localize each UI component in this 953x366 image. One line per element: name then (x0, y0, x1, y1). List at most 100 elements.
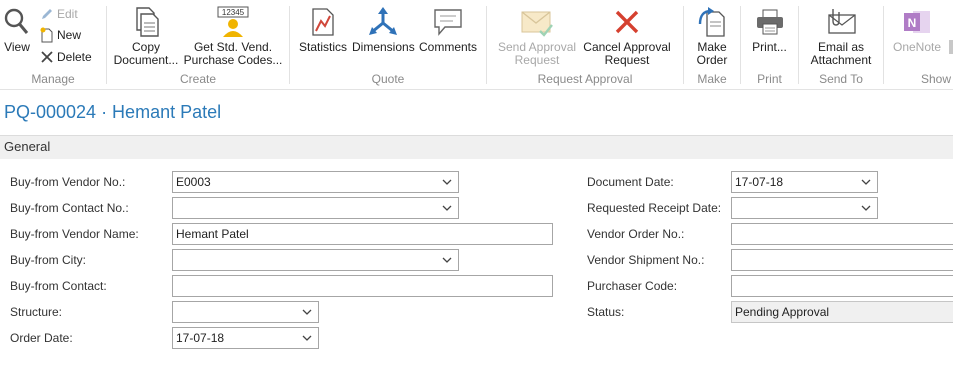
email-attachment-icon (805, 6, 877, 38)
printer-icon (747, 6, 792, 38)
vendor-name-label: Buy-from Vendor Name: (10, 227, 139, 241)
send-to-group-label: Send To (819, 72, 863, 86)
vendor-codes-icon: 12345 (183, 6, 283, 38)
vendor-no-value: E0003 (176, 175, 211, 189)
status-value: Pending Approval (735, 305, 830, 319)
print-group-label: Print (757, 72, 782, 86)
order-date-picker[interactable]: 17-07-18 (172, 327, 319, 349)
show-group-label: Show (920, 72, 951, 86)
make-order-label: Make Order (696, 40, 728, 67)
print-button[interactable]: Print... (747, 6, 792, 54)
vendor-name-field[interactable]: Hemant Patel (172, 223, 553, 245)
view-button[interactable]: View (2, 6, 32, 54)
cancel-approval-label: Cancel Approval Request (583, 40, 671, 67)
vendor-order-no-label: Vendor Order No.: (587, 227, 685, 241)
make-order-icon (690, 6, 734, 38)
send-approval-label: Send Approval Request (497, 40, 577, 67)
delete-button[interactable]: Delete (40, 48, 92, 66)
new-label: New (57, 28, 82, 42)
new-document-icon (40, 27, 53, 43)
onenote-label: OneNote (892, 40, 942, 54)
onenote-icon: N (890, 6, 944, 38)
chevron-down-icon (302, 309, 312, 315)
document-date-label: Document Date: (587, 175, 674, 189)
make-group-label: Make (697, 72, 727, 86)
contact-no-dropdown[interactable] (172, 197, 459, 219)
chevron-down-icon (442, 205, 452, 211)
vendor-no-dropdown[interactable]: E0003 (172, 171, 459, 193)
svg-text:N: N (908, 16, 917, 30)
email-attachment-label: Email as Attachment (810, 40, 872, 67)
chevron-down-icon (861, 179, 871, 185)
chevron-down-icon (302, 335, 312, 341)
purchaser-code-field[interactable] (731, 275, 953, 297)
general-section-header[interactable]: General (0, 135, 953, 159)
cancel-approval-request-button[interactable]: Cancel Approval Request (581, 6, 673, 67)
action-ribbon: View Edit New Delete Manage Copy Documen… (0, 0, 953, 90)
send-to-group: Email as Attachment Send To (799, 0, 883, 90)
edit-button[interactable]: Edit (40, 5, 78, 23)
print-group: Print... Print (741, 0, 798, 90)
edit-label: Edit (57, 7, 78, 21)
envelope-check-icon (493, 6, 581, 38)
chevron-down-icon (442, 179, 452, 185)
dimensions-icon (352, 6, 414, 38)
pencil-icon (42, 9, 52, 19)
vendor-order-no-field[interactable] (731, 223, 953, 245)
show-group: N OneNote Show (884, 0, 953, 90)
copy-document-label: Copy Document... (113, 40, 179, 67)
buy-from-contact-field[interactable] (172, 275, 553, 297)
get-std-vendor-codes-button[interactable]: 12345 Get Std. Vend. Purchase Codes... (183, 6, 283, 67)
make-group: Make Order Make (684, 0, 740, 90)
structure-dropdown[interactable] (172, 301, 319, 323)
vendor-shipment-no-field[interactable] (731, 249, 953, 271)
svg-text:12345: 12345 (222, 8, 245, 17)
purchaser-code-label: Purchaser Code: (587, 279, 678, 293)
new-button[interactable]: New (40, 26, 81, 44)
document-date-value: 17-07-18 (735, 175, 784, 189)
statistics-button[interactable]: Statistics (298, 6, 348, 54)
buy-from-contact-label: Buy-from Contact: (10, 279, 107, 293)
comment-bubble-icon (418, 6, 478, 38)
statistics-chart-icon (298, 6, 348, 38)
dimensions-label: Dimensions (352, 40, 415, 54)
create-group: Copy Document... 12345 Get Std. Vend. Pu… (107, 0, 289, 90)
cancel-x-icon (581, 6, 673, 38)
print-label: Print... (752, 40, 787, 54)
city-label: Buy-from City: (10, 253, 87, 267)
magnifier-icon (2, 6, 32, 38)
copy-document-button[interactable]: Copy Document... (113, 6, 179, 67)
requested-receipt-date-label: Requested Receipt Date: (587, 201, 722, 215)
ribbon-overflow-edge (949, 40, 953, 54)
contact-no-label: Buy-from Contact No.: (10, 201, 129, 215)
delete-label: Delete (57, 50, 92, 64)
delete-x-icon (41, 51, 53, 63)
email-as-attachment-button[interactable]: Email as Attachment (805, 6, 877, 67)
request-approval-group-label: Request Approval (537, 72, 633, 86)
create-group-label: Create (179, 72, 217, 86)
order-date-value: 17-07-18 (176, 331, 225, 345)
comments-label: Comments (418, 40, 477, 54)
onenote-button[interactable]: N OneNote (890, 6, 944, 54)
quote-group: Statistics Dimensions Comments Quote (290, 0, 486, 90)
page-title: PQ-000024 · Hemant Patel (4, 102, 222, 122)
manage-group-label: Manage (31, 72, 75, 86)
vendor-no-label: Buy-from Vendor No.: (10, 175, 126, 189)
vendor-name-value: Hemant Patel (176, 227, 249, 241)
requested-receipt-date-picker[interactable] (731, 197, 878, 219)
dimensions-button[interactable]: Dimensions (352, 6, 415, 54)
request-approval-group: Send Approval Request Cancel Approval Re… (487, 0, 683, 90)
copy-document-icon (113, 6, 179, 38)
make-order-button[interactable]: Make Order (690, 6, 734, 67)
city-dropdown[interactable] (172, 249, 459, 271)
document-date-picker[interactable]: 17-07-18 (731, 171, 878, 193)
manage-group: View Edit New Delete Manage (0, 0, 106, 90)
view-label: View (4, 40, 30, 54)
status-label: Status: (587, 305, 625, 319)
send-approval-request-button[interactable]: Send Approval Request (493, 6, 581, 67)
general-section-title: General (4, 139, 51, 154)
comments-button[interactable]: Comments (418, 6, 478, 54)
structure-label: Structure: (10, 305, 63, 319)
statistics-label: Statistics (298, 40, 347, 54)
order-date-label: Order Date: (10, 331, 73, 345)
